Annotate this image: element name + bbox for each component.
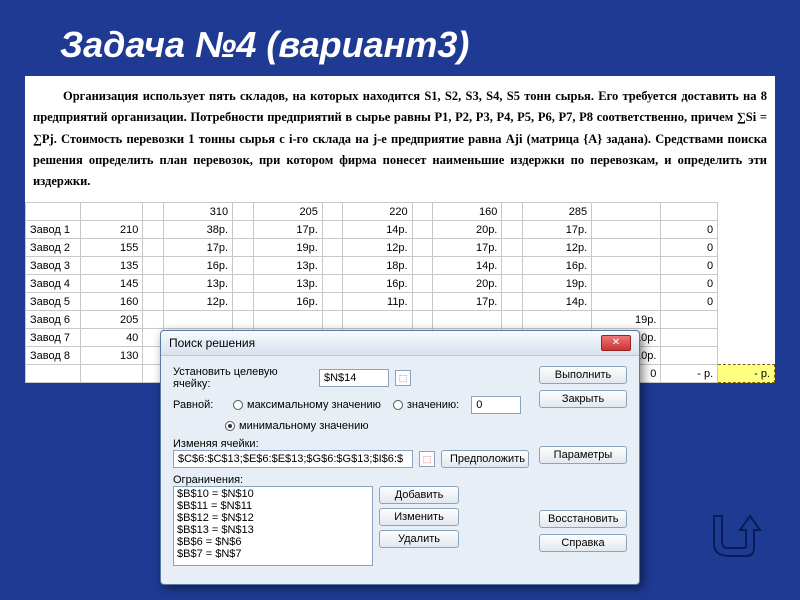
- equal-label: Равной:: [173, 399, 221, 411]
- add-button[interactable]: Добавить: [379, 486, 459, 504]
- table-row: Завод 516012р.16р.11р.17р.14р.0: [26, 293, 775, 311]
- list-item[interactable]: $B$13 = $N$13: [175, 524, 371, 536]
- edit-button[interactable]: Изменить: [379, 508, 459, 526]
- list-item[interactable]: $B$6 = $N$6: [175, 536, 371, 548]
- problem-text: Организация использует пять складов, на …: [25, 84, 775, 202]
- list-item[interactable]: $B$10 = $N$10: [175, 488, 371, 500]
- target-cell-input[interactable]: [319, 369, 389, 387]
- solver-dialog: Поиск решения ✕ Выполнить Закрыть Устано…: [160, 330, 640, 585]
- reset-button[interactable]: Восстановить: [539, 510, 627, 528]
- dialog-titlebar[interactable]: Поиск решения ✕: [161, 331, 639, 356]
- slide-title: Задача №4 (вариант3): [0, 0, 800, 76]
- constraints-list[interactable]: $B$10 = $N$10 $B$11 = $N$11 $B$12 = $N$1…: [173, 486, 373, 566]
- table-row: Завод 313516р.13р.18р.14р.16р.0: [26, 257, 775, 275]
- execute-button[interactable]: Выполнить: [539, 366, 627, 384]
- table-row: Завод 414513р.13р.16р.20р.19р.0: [26, 275, 775, 293]
- target-cell-label: Установить целевую ячейку:: [173, 366, 313, 390]
- radio-min[interactable]: [225, 421, 235, 431]
- close-button[interactable]: Закрыть: [539, 390, 627, 408]
- table-row: Завод 215517р.19р.12р.17р.12р.0: [26, 239, 775, 257]
- value-input[interactable]: [471, 396, 521, 414]
- list-item[interactable]: $B$12 = $N$12: [175, 512, 371, 524]
- guess-button[interactable]: Предположить: [441, 450, 529, 468]
- list-item[interactable]: $B$7 = $N$7: [175, 548, 371, 560]
- radio-max[interactable]: [233, 400, 243, 410]
- list-item[interactable]: $B$11 = $N$11: [175, 500, 371, 512]
- help-button[interactable]: Справка: [539, 534, 627, 552]
- table-row: Завод 121038р.17р.14р.20р.17р.0: [26, 221, 775, 239]
- close-icon[interactable]: ✕: [601, 335, 631, 351]
- ref-picker-icon[interactable]: ⬚: [395, 370, 411, 386]
- delete-button[interactable]: Удалить: [379, 530, 459, 548]
- supply-row: 310 205 220160 285: [26, 203, 775, 221]
- params-button[interactable]: Параметры: [539, 446, 627, 464]
- ref-picker-icon[interactable]: ⬚: [419, 451, 435, 467]
- dialog-title: Поиск решения: [169, 336, 255, 350]
- back-arrow-icon[interactable]: [702, 506, 762, 566]
- changing-cells-input[interactable]: [173, 450, 413, 468]
- table-row: Завод 620519р.: [26, 311, 775, 329]
- radio-value[interactable]: [393, 400, 403, 410]
- result-cell: - р.: [718, 365, 775, 383]
